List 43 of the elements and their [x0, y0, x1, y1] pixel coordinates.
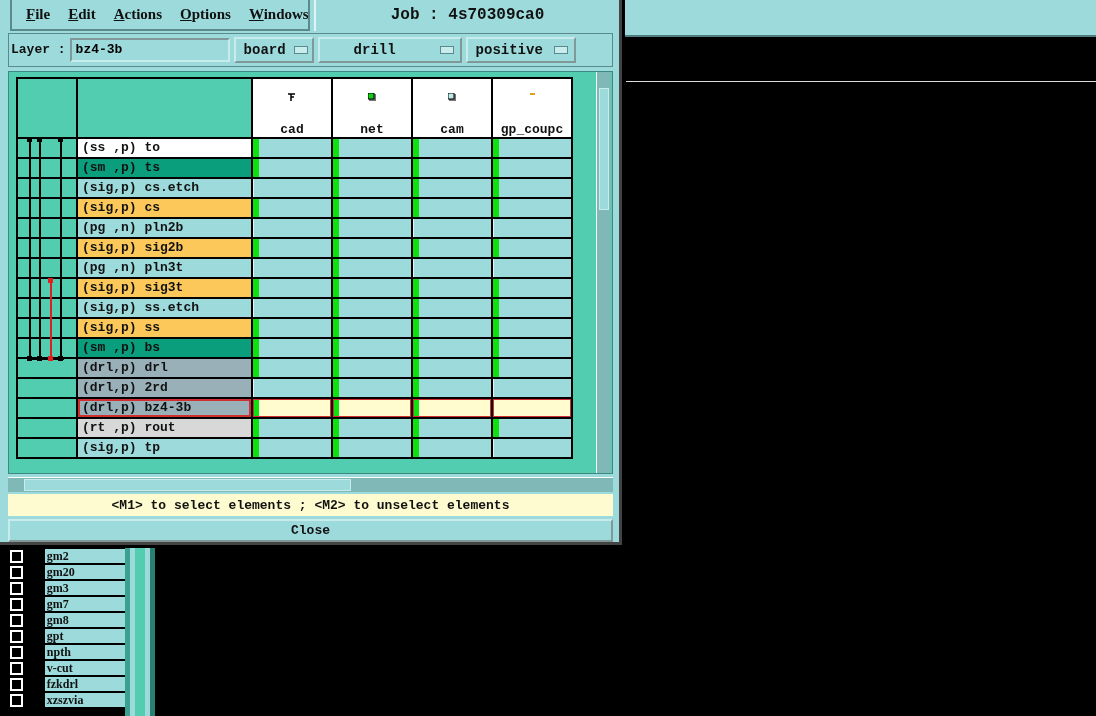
layer-list-item[interactable]: gm20 [44, 565, 125, 579]
dropdown-button[interactable]: positive [465, 36, 576, 63]
job-title: Job : 4s70309ca0 [314, 0, 619, 31]
layer-row-label[interactable]: (sm ,p) ts [78, 158, 251, 177]
menu-item[interactable]: Options [180, 5, 231, 23]
column-header[interactable]: net [333, 78, 411, 137]
layer-row-label[interactable]: (drl,p) drl [78, 358, 251, 377]
menu-item[interactable]: Edit [68, 5, 96, 23]
layer-row-label[interactable]: (sig,p) ss [78, 318, 251, 337]
layer-row-label[interactable]: (sig,p) sig3t [78, 278, 251, 297]
layer-list-item[interactable]: gm3 [44, 581, 125, 595]
layer-row-label[interactable]: (sig,p) cs [78, 198, 251, 217]
menu-item[interactable]: File [26, 5, 51, 23]
layer-row-label[interactable]: (ss ,p) to [78, 138, 251, 157]
menu-item[interactable]: Actions [113, 5, 163, 23]
layer-row-label[interactable]: (drl,p) 2rd [78, 378, 251, 397]
layer-input-field[interactable]: bz4-3b [69, 37, 230, 62]
field-label: Layer : [11, 42, 66, 58]
dropdown-button[interactable]: board [233, 36, 314, 63]
layer-row-label[interactable]: (rt ,p) rout [78, 418, 251, 437]
layer-list-item[interactable]: v-cut [44, 661, 125, 675]
layer-list-item[interactable]: npth [44, 645, 125, 659]
column-header[interactable]: gp_coupc [493, 78, 571, 137]
layer-list-item[interactable]: gm8 [44, 613, 125, 627]
layer-list-item[interactable]: xzszvia [44, 693, 125, 707]
layer-row-label[interactable]: (pg ,n) pln3t [78, 258, 251, 277]
layer-list-item[interactable]: gm2 [44, 549, 125, 563]
dropdown-button[interactable]: drill [317, 36, 462, 63]
layer-row-label[interactable]: (pg ,n) pln2b [78, 218, 251, 237]
layer-row-label[interactable]: (drl,p) bz4-3b [78, 398, 251, 417]
close-button[interactable]: Close [8, 519, 613, 542]
status-message: <M1> to select elements ; <M2> to unselect elements [8, 494, 613, 516]
layer-row-label[interactable]: (sm ,p) bs [78, 338, 251, 357]
column-header[interactable]: cad [253, 78, 331, 137]
layer-row-label[interactable]: (sig,p) sig2b [78, 238, 251, 257]
layer-list-item[interactable]: gm7 [44, 597, 125, 611]
layer-list-item[interactable]: gpt [44, 629, 125, 643]
layer-row-label[interactable]: (sig,p) tp [78, 438, 251, 457]
menu-item[interactable]: Windows [248, 5, 309, 23]
layer-row-label[interactable]: (sig,p) cs.etch [78, 178, 251, 197]
column-header[interactable]: cam [413, 78, 491, 137]
layer-row-label[interactable]: (sig,p) ss.etch [78, 298, 251, 317]
layer-list-item[interactable]: fzkdrl [44, 677, 125, 691]
